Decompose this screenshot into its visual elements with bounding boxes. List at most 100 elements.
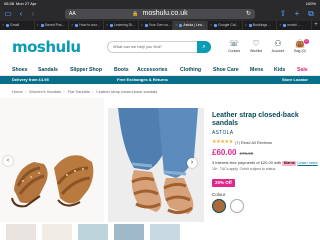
klarna-message: 3 interest-free payments of £20.00 with … <box>212 160 318 166</box>
nav-item-sale[interactable]: Sale <box>297 66 308 74</box>
close-tab-icon[interactable]: × <box>210 21 212 30</box>
back-arrow-icon[interactable]: ‹ <box>16 9 26 19</box>
swatch-white[interactable] <box>230 199 244 213</box>
favicon-icon <box>144 24 148 27</box>
carousel-prev-button[interactable]: ‹ <box>3 156 13 166</box>
breadcrumb-home[interactable]: Home <box>12 89 23 94</box>
nav-item-shoe-care[interactable]: Shoe Care <box>213 66 239 74</box>
search-input[interactable]: What can we help you find? ⌕ <box>107 41 211 53</box>
browser-tab[interactable]: × Bookings ... <box>243 21 278 30</box>
text-size-button[interactable]: AA <box>69 9 76 19</box>
nav-item-clothing[interactable]: Clothing <box>180 66 201 74</box>
tab-label: moshi ... <box>287 23 301 27</box>
browser-tab[interactable]: × moshi ... <box>277 21 313 30</box>
status-date: Mon 27 Apr <box>16 1 37 6</box>
klarna-note: 18+, T&Cs apply. Credit subject to statu… <box>212 167 277 171</box>
close-tab-icon[interactable]: × <box>245 21 247 30</box>
contact-label: Contact <box>227 49 241 53</box>
product-details: Leather strap closed-back sandals ASTOLA… <box>212 112 318 213</box>
user-icon: ⚇ <box>274 39 282 48</box>
account-button[interactable]: ⚇ Account <box>268 39 288 53</box>
browser-tab[interactable]: × How to wor... <box>69 21 105 30</box>
close-tab-icon[interactable]: × <box>2 21 4 30</box>
reviews-link[interactable]: (7) Read All Reviews <box>235 140 272 145</box>
nav-item-slipper-shop[interactable]: Slipper Shop <box>70 66 102 74</box>
returns-link[interactable]: Free Exchanges & Returns <box>117 76 168 84</box>
browser-tab[interactable]: × Gmail <box>0 21 35 30</box>
new-tab-icon[interactable]: + <box>292 9 302 19</box>
account-label: Account <box>271 49 285 53</box>
search-placeholder: What can we help you find? <box>113 44 163 49</box>
thumbnail-1[interactable] <box>6 224 36 240</box>
breadcrumb-flat-sandals[interactable]: Flat Sandals <box>68 89 90 94</box>
product-brand[interactable]: ASTOLA <box>212 130 318 136</box>
tab-label: How to wor... <box>79 23 100 27</box>
battery-level: 100% <box>305 1 316 6</box>
price-row: £60.00 £75.00 <box>212 148 318 157</box>
status-bar: 08:38 Mon 27 Apr 100% <box>0 0 320 7</box>
nav-item-sandals[interactable]: Sandals <box>38 66 58 74</box>
favicon-icon <box>283 24 287 27</box>
favicon-icon <box>40 24 44 27</box>
tabs-overview-icon[interactable]: ⧉ <box>306 9 316 19</box>
close-tab-icon[interactable]: × <box>141 21 143 30</box>
thumbnail-4[interactable] <box>114 224 144 240</box>
favicon-icon <box>248 24 252 27</box>
phone-icon: ☏ <box>228 39 239 48</box>
product-title: Leather strap closed-back sandals <box>212 112 299 127</box>
nav-item-mens[interactable]: Mens <box>250 66 263 74</box>
breadcrumb-womens-sandals[interactable]: Women's Sandals <box>29 89 61 94</box>
thumbnail-strip <box>0 224 206 240</box>
browser-tab[interactable]: × Astola | Lea... <box>173 21 209 30</box>
browser-tab[interactable]: × Google Cal... <box>208 21 243 30</box>
contact-button[interactable]: ☏ Contact <box>224 39 244 53</box>
klarna-learn-more-link[interactable]: Learn more <box>297 160 317 165</box>
favicon-icon <box>214 24 218 27</box>
store-locator-link[interactable]: Store Locator <box>282 76 308 84</box>
browser-tab[interactable]: × Saved Pos... <box>35 21 70 30</box>
close-tab-icon[interactable]: × <box>106 21 108 30</box>
nav-item-accessories[interactable]: Accessories <box>137 66 168 74</box>
moshulu-logo[interactable]: moshulu <box>12 38 81 56</box>
favicon-icon <box>110 24 114 27</box>
thumbnail-3[interactable] <box>78 224 108 240</box>
close-tab-icon[interactable]: × <box>37 21 39 30</box>
reload-icon[interactable]: ↻ <box>246 9 251 19</box>
search-icon[interactable]: ⌕ <box>197 41 211 53</box>
tab-label: Gmail <box>10 23 20 27</box>
nav-item-shoes[interactable]: Shoes <box>12 66 28 74</box>
nav-item-boots[interactable]: Boots <box>114 66 129 74</box>
sidebar-icon[interactable]: ▭ <box>3 9 13 19</box>
tab-bar: × Gmail × Saved Pos... × How to wor... × Learni… <box>0 21 320 30</box>
was-price: £75.00 <box>239 151 254 156</box>
swatch-tan[interactable] <box>212 199 226 213</box>
address-bar[interactable]: AA 🔒 moshulu.co.uk ↻ <box>65 9 255 19</box>
bag-button[interactable]: 👜 0 Bag (0) <box>290 39 310 53</box>
colour-swatches <box>212 199 318 213</box>
close-tab-icon[interactable]: × <box>175 21 177 30</box>
share-icon[interactable]: ⇪ <box>278 9 288 19</box>
add-tab-icon[interactable]: + <box>312 21 320 30</box>
forward-arrow-icon[interactable]: › <box>28 9 38 19</box>
status-time: 08:38 <box>4 1 15 6</box>
thumbnail-5[interactable] <box>150 224 180 240</box>
bag-label: Bag (0) <box>294 49 306 53</box>
wishlist-button[interactable]: ♡ Wishlist <box>246 39 266 53</box>
tab-label: Astola | Lea... <box>183 23 205 27</box>
site-header: moshulu What can we help you find? ⌕ ☏ C… <box>0 30 320 64</box>
carousel-next-button[interactable]: › <box>187 158 197 168</box>
delivery-link[interactable]: Delivery from £4.95 <box>12 76 49 84</box>
main-nav: Shoes Sandals Slipper Shop Boots Accesso… <box>0 64 320 76</box>
heart-icon: ♡ <box>252 39 260 48</box>
close-tab-icon[interactable]: × <box>71 21 73 30</box>
klarna-text: 3 interest-free payments of £20.00 with <box>212 160 282 165</box>
close-tab-icon[interactable]: × <box>279 21 281 30</box>
product-image-main[interactable] <box>0 98 104 222</box>
delivery-bar: Delivery from £4.95 Free Exchanges & Ret… <box>0 76 320 84</box>
browser-tab[interactable]: × Your Gen co... <box>139 21 174 30</box>
nav-item-kids[interactable]: Kids <box>274 66 285 74</box>
browser-tab[interactable]: × Learning Di... <box>104 21 139 30</box>
product-rating: ★★★★★ (7) Read All Reviews <box>212 139 318 145</box>
breadcrumb-current: Leather strap closed-back sandals <box>96 89 158 94</box>
thumbnail-2[interactable] <box>42 224 72 240</box>
